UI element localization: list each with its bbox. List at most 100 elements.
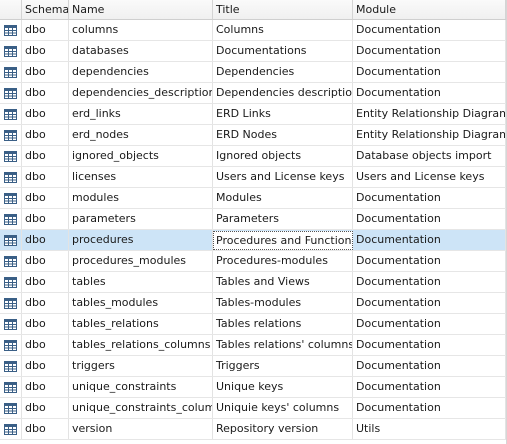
header-name[interactable]: Name	[69, 0, 213, 19]
name-cell[interactable]: erd_links	[69, 104, 213, 124]
name-cell[interactable]: tables_relations	[69, 314, 213, 334]
schema-cell[interactable]: dbo	[22, 188, 69, 208]
name-cell[interactable]: modules	[69, 188, 213, 208]
schema-cell[interactable]: dbo	[22, 167, 69, 187]
table-row[interactable]: dbo tables Tables and Views Documentation	[0, 272, 506, 293]
title-cell[interactable]: Uniquie keys' columns	[213, 398, 353, 418]
title-cell[interactable]: Tables-modules	[213, 293, 353, 313]
schema-cell[interactable]: dbo	[22, 209, 69, 229]
title-cell[interactable]: ERD Links	[213, 104, 353, 124]
title-cell[interactable]: ERD Nodes	[213, 125, 353, 145]
module-cell[interactable]: Documentation	[353, 293, 506, 313]
name-cell[interactable]: ignored_objects	[69, 146, 213, 166]
name-cell[interactable]: unique_constraints	[69, 377, 213, 397]
table-row[interactable]: dbo unique_constraints_columns Uniquie key…	[0, 398, 506, 419]
title-cell[interactable]: Tables relations' columns	[213, 335, 353, 355]
table-row[interactable]: dbo tables_relations Tables relations Docum…	[0, 314, 506, 335]
module-cell[interactable]: Documentation	[353, 230, 506, 250]
table-row[interactable]: dbo tables_modules Tables-modules Documenta…	[0, 293, 506, 314]
schema-cell[interactable]: dbo	[22, 419, 69, 439]
name-cell[interactable]: columns	[69, 20, 213, 40]
title-cell[interactable]: Procedures-modules	[213, 251, 353, 271]
header-schema[interactable]: Schema	[22, 0, 69, 19]
module-cell[interactable]: Documentation	[353, 314, 506, 334]
module-cell[interactable]: Documentation	[353, 398, 506, 418]
title-cell[interactable]: Dependencies descriptions	[213, 83, 353, 103]
table-row[interactable]: dbo procedures_modules Procedures-modules D…	[0, 251, 506, 272]
table-row[interactable]: dbo ignored_objects Ignored objects Databas…	[0, 146, 506, 167]
module-cell[interactable]: Documentation	[353, 356, 506, 376]
module-cell[interactable]: Documentation	[353, 251, 506, 271]
table-row[interactable]: dbo licenses Users and License keys Users a…	[0, 167, 506, 188]
table-row[interactable]: dbo version Repository version Utils	[0, 419, 506, 440]
title-cell[interactable]: Ignored objects	[213, 146, 353, 166]
title-cell[interactable]: Parameters	[213, 209, 353, 229]
schema-cell[interactable]: dbo	[22, 146, 69, 166]
name-cell[interactable]: triggers	[69, 356, 213, 376]
schema-cell[interactable]: dbo	[22, 104, 69, 124]
table-row[interactable]: dbo dependencies_descriptions Dependencies…	[0, 83, 506, 104]
module-cell[interactable]: Users and License keys	[353, 167, 506, 187]
module-cell[interactable]: Documentation	[353, 83, 506, 103]
title-cell[interactable]: Columns	[213, 20, 353, 40]
name-cell[interactable]: erd_nodes	[69, 125, 213, 145]
table-row[interactable]: dbo erd_nodes ERD Nodes Entity Relationship…	[0, 125, 506, 146]
header-module[interactable]: Module	[353, 0, 506, 19]
title-cell[interactable]: Dependencies	[213, 62, 353, 82]
table-row[interactable]: dbo tables_relations_columns Tables relati…	[0, 335, 506, 356]
table-row[interactable]: dbo dependencies Dependencies Documentation	[0, 62, 506, 83]
title-edit-input[interactable]: Procedures and Functions	[213, 231, 353, 250]
name-cell[interactable]: procedures	[69, 230, 213, 250]
table-row[interactable]: dbo modules Modules Documentation	[0, 188, 506, 209]
name-cell[interactable]: databases	[69, 41, 213, 61]
module-cell[interactable]: Documentation	[353, 62, 506, 82]
module-cell[interactable]: Database objects import	[353, 146, 506, 166]
schema-cell[interactable]: dbo	[22, 335, 69, 355]
schema-cell[interactable]: dbo	[22, 230, 69, 250]
module-cell[interactable]: Documentation	[353, 209, 506, 229]
table-row[interactable]: dbo parameters Parameters Documentation	[0, 209, 506, 230]
title-cell[interactable]: Modules	[213, 188, 353, 208]
module-cell[interactable]: Documentation	[353, 20, 506, 40]
title-cell[interactable]: Unique keys	[213, 377, 353, 397]
name-cell[interactable]: tables	[69, 272, 213, 292]
module-cell[interactable]: Documentation	[353, 188, 506, 208]
name-cell[interactable]: version	[69, 419, 213, 439]
name-cell[interactable]: unique_constraints_columns	[69, 398, 213, 418]
title-cell[interactable]: Triggers	[213, 356, 353, 376]
schema-cell[interactable]: dbo	[22, 83, 69, 103]
table-row[interactable]: dbo columns Columns Documentation	[0, 20, 506, 41]
name-cell[interactable]: procedures_modules	[69, 251, 213, 271]
schema-cell[interactable]: dbo	[22, 377, 69, 397]
table-row[interactable]: dbo unique_constraints Unique keys Document…	[0, 377, 506, 398]
header-title[interactable]: Title	[213, 0, 353, 19]
title-cell[interactable]: Users and License keys	[213, 167, 353, 187]
module-cell[interactable]: Utils	[353, 419, 506, 439]
module-cell[interactable]: Entity Relationship Diagrams	[353, 125, 506, 145]
name-cell[interactable]: dependencies	[69, 62, 213, 82]
module-cell[interactable]: Documentation	[353, 41, 506, 61]
module-cell[interactable]: Documentation	[353, 272, 506, 292]
table-row[interactable]: dbo triggers Triggers Documentation	[0, 356, 506, 377]
schema-cell[interactable]: dbo	[22, 62, 69, 82]
name-cell[interactable]: licenses	[69, 167, 213, 187]
module-cell[interactable]: Documentation	[353, 377, 506, 397]
schema-cell[interactable]: dbo	[22, 41, 69, 61]
module-cell[interactable]: Documentation	[353, 335, 506, 355]
title-cell[interactable]: Documentations	[213, 41, 353, 61]
schema-cell[interactable]: dbo	[22, 125, 69, 145]
table-row[interactable]: dbo erd_links ERD Links Entity Relationship…	[0, 104, 506, 125]
title-cell[interactable]: Repository version	[213, 419, 353, 439]
table-row[interactable]: dbo databases Documentations Documentation	[0, 41, 506, 62]
title-cell[interactable]: Tables and Views	[213, 272, 353, 292]
schema-cell[interactable]: dbo	[22, 251, 69, 271]
module-cell[interactable]: Entity Relationship Diagrams	[353, 104, 506, 124]
name-cell[interactable]: parameters	[69, 209, 213, 229]
name-cell[interactable]: tables_relations_columns	[69, 335, 213, 355]
schema-cell[interactable]: dbo	[22, 20, 69, 40]
schema-cell[interactable]: dbo	[22, 272, 69, 292]
schema-cell[interactable]: dbo	[22, 356, 69, 376]
schema-cell[interactable]: dbo	[22, 293, 69, 313]
table-row[interactable]: dbo procedures Procedures and Functions Doc…	[0, 230, 506, 251]
name-cell[interactable]: dependencies_descriptions	[69, 83, 213, 103]
